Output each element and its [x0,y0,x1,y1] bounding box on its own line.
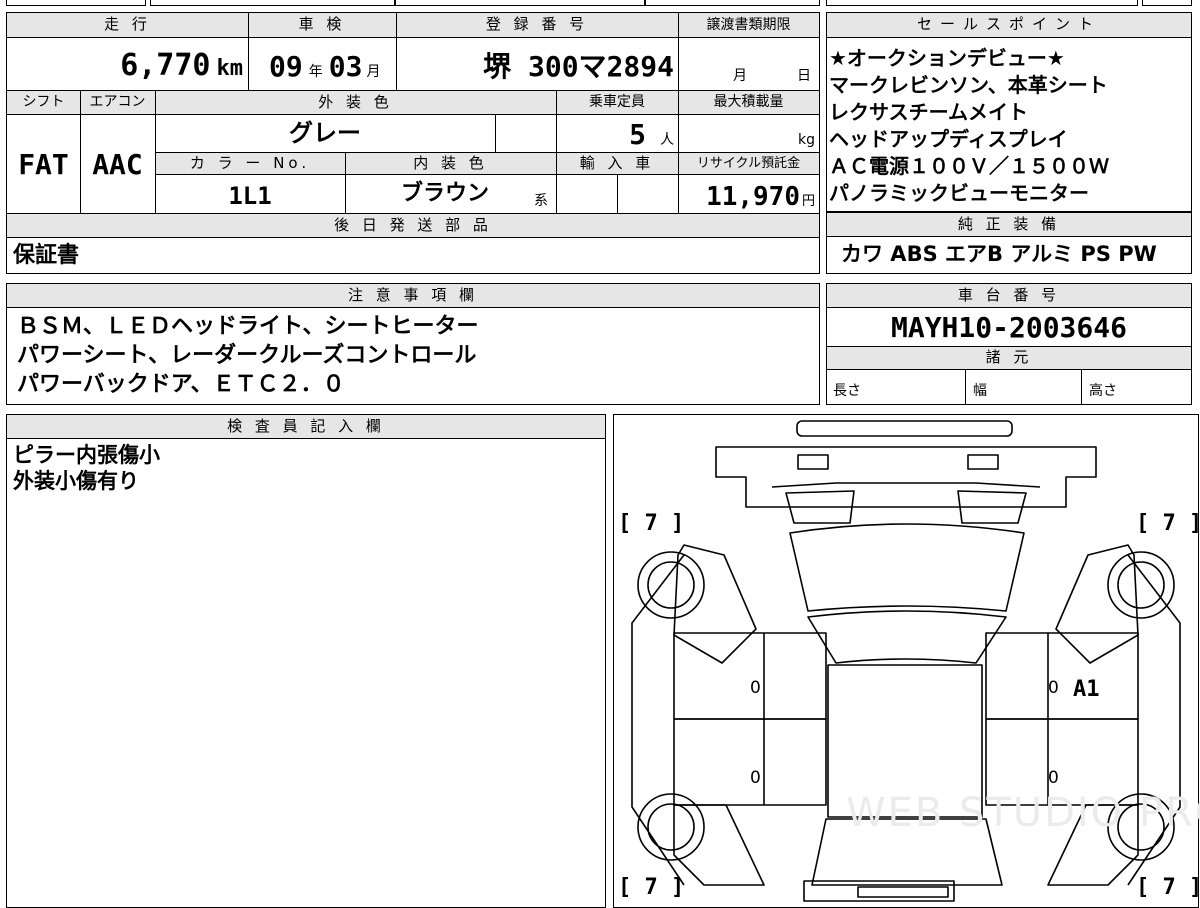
later-parts-value: 保証書 [13,243,80,268]
transfer-deadline-label: 譲渡書類期限 [706,17,791,33]
windshield [807,610,1007,664]
rear-bumper [857,886,949,898]
left-fender [673,544,757,664]
front-grille [797,454,829,470]
recycle-deposit-label: リサイクル預託金 [696,156,801,171]
front-grille [967,454,999,470]
corner-code-rear-right: [ 7 ] [1136,875,1200,900]
chassis-section: 車 台 番 号 MAYH10-2003646 諸 元 長さ 幅 高さ [826,283,1192,405]
import-label: 輸 入 車 [579,154,655,172]
watermark: WEB STUDIO PRO [846,790,1200,836]
note-line: ＢＳＭ、ＬＥＤヘッドライト、シートヒーター [17,314,479,339]
specs-label: 諸 元 [985,348,1033,366]
sales-point-line: パノラミックビューモニター [829,181,1089,205]
inspector-section: 検 査 員 記 入 欄 ピラー内張傷小 外装小傷有り [6,414,606,908]
transfer-month-unit: 月 [733,68,747,84]
wheel-rear-left [647,803,695,851]
mileage-label: 走 行 [104,15,151,33]
shift-value: FAT [18,148,69,181]
sales-point-line: レクサスチームメイト [829,100,1028,124]
top-strip-cell [395,0,645,6]
top-strip-cell [150,0,395,6]
interior-color-suffix: 系 [534,193,548,209]
note-line: パワーバックドア、ＥＴＣ２．０ [17,372,345,397]
sales-point-line: ★オークションデビュー★ [829,46,1065,70]
front-end-outline [715,446,1097,508]
corner-code-front-right: [ 7 ] [1136,511,1200,536]
corner-code-rear-left: [ 7 ] [618,875,685,900]
interior-color-value: ブラウン [400,181,489,206]
top-strip-cell [1142,0,1192,6]
wheel-front-right [1117,561,1165,609]
genuine-equipment-label: 純 正 装 備 [957,215,1061,233]
exterior-color-value: グレー [289,119,361,147]
left-rear-door-value: 0 [750,768,761,788]
top-strip-cell [826,0,1138,6]
top-strip-cell [645,0,820,6]
right-front-door [985,632,1139,720]
inspector-line: ピラー内張傷小 [13,443,160,467]
inspection-value: 09 年 03 月 [269,50,381,83]
exterior-color-label: 外 装 色 [318,93,393,111]
mileage-value: 6,770 km [120,48,243,83]
length-label: 長さ [833,383,861,399]
wheel-front-left [647,561,695,609]
sales-point-line: ＡＣ電源１００Ｖ／１５００Ｗ [829,154,1109,178]
left-front-door-value: 0 [750,678,761,698]
chassis-label: 車 台 番 号 [957,286,1061,304]
recycle-deposit-value: 11,970 円 [706,182,815,212]
left-rear-quarter [673,804,765,886]
later-parts-label: 後 日 発 送 部 品 [334,216,492,234]
inspector-label: 検 査 員 記 入 欄 [227,417,385,435]
max-load-label: 最大積載量 [713,94,784,110]
rear-bumper [803,880,955,902]
shift-label: シフト [22,94,65,110]
damage-code-a1: A1 [1073,677,1100,702]
left-rear-door [673,718,827,806]
sales-point-line: マークレビンソン、本革シート [829,73,1108,97]
max-load-unit: kg [798,132,815,148]
hood [789,523,1025,612]
capacity-value: 5人 [629,118,674,151]
color-no-label: カ ラ ー No. [189,154,311,172]
inspector-line: 外装小傷有り [13,469,139,493]
notes-section: 注 意 事 項 欄 ＢＳＭ、ＬＥＤヘッドライト、シートヒーター パワーシート、レ… [6,283,820,405]
front-bumper [796,420,1013,437]
color-no-value: 1L1 [228,182,272,210]
aircon-label: エアコン [89,94,146,110]
left-front-door [673,632,827,720]
genuine-equipment-section: 純 正 装 備 カワ ABS エアB アルミ PS PW [826,212,1192,274]
note-line: パワーシート、レーダークルーズコントロール [17,343,477,368]
interior-color-label: 内 装 色 [413,154,488,172]
right-rear-door-value: 0 [1048,768,1059,788]
car-damage-diagram: [ 7 ] [ 7 ] [ 7 ] [ 7 ] 0 0 0 0 A1 WEB S… [613,414,1200,908]
sales-points-label: セールスポイント [916,15,1101,33]
right-fender [1055,544,1139,664]
corner-code-front-left: [ 7 ] [618,511,685,536]
capacity-label: 乗車定員 [589,94,645,110]
width-label: 幅 [973,383,987,399]
right-front-door-value: 0 [1048,678,1059,698]
notes-label: 注 意 事 項 欄 [347,286,479,304]
inspection-label: 車 検 [298,15,346,33]
front-panel-inner [771,482,1041,488]
transfer-day-unit: 日 [797,68,811,84]
sales-point-line: ヘッドアップディスプレイ [829,127,1068,151]
height-label: 高さ [1089,383,1117,399]
sales-points-section: セールスポイント ★オークションデビュー★ マークレビンソン、本革シート レクサ… [826,12,1192,212]
vehicle-info-section: 走 行 車 検 登 録 番 号 譲渡書類期限 6,770 km 09 年 03 月 堺 … [6,12,820,274]
aircon-value: AAC [92,148,143,181]
registration-value: 堺 300マ2894 [483,50,674,83]
registration-label: 登 録 番 号 [485,15,589,33]
genuine-equipment-value: カワ ABS エアB アルミ PS PW [841,242,1157,266]
top-strip-cell [6,0,146,6]
chassis-number: MAYH10-2003646 [890,311,1127,344]
